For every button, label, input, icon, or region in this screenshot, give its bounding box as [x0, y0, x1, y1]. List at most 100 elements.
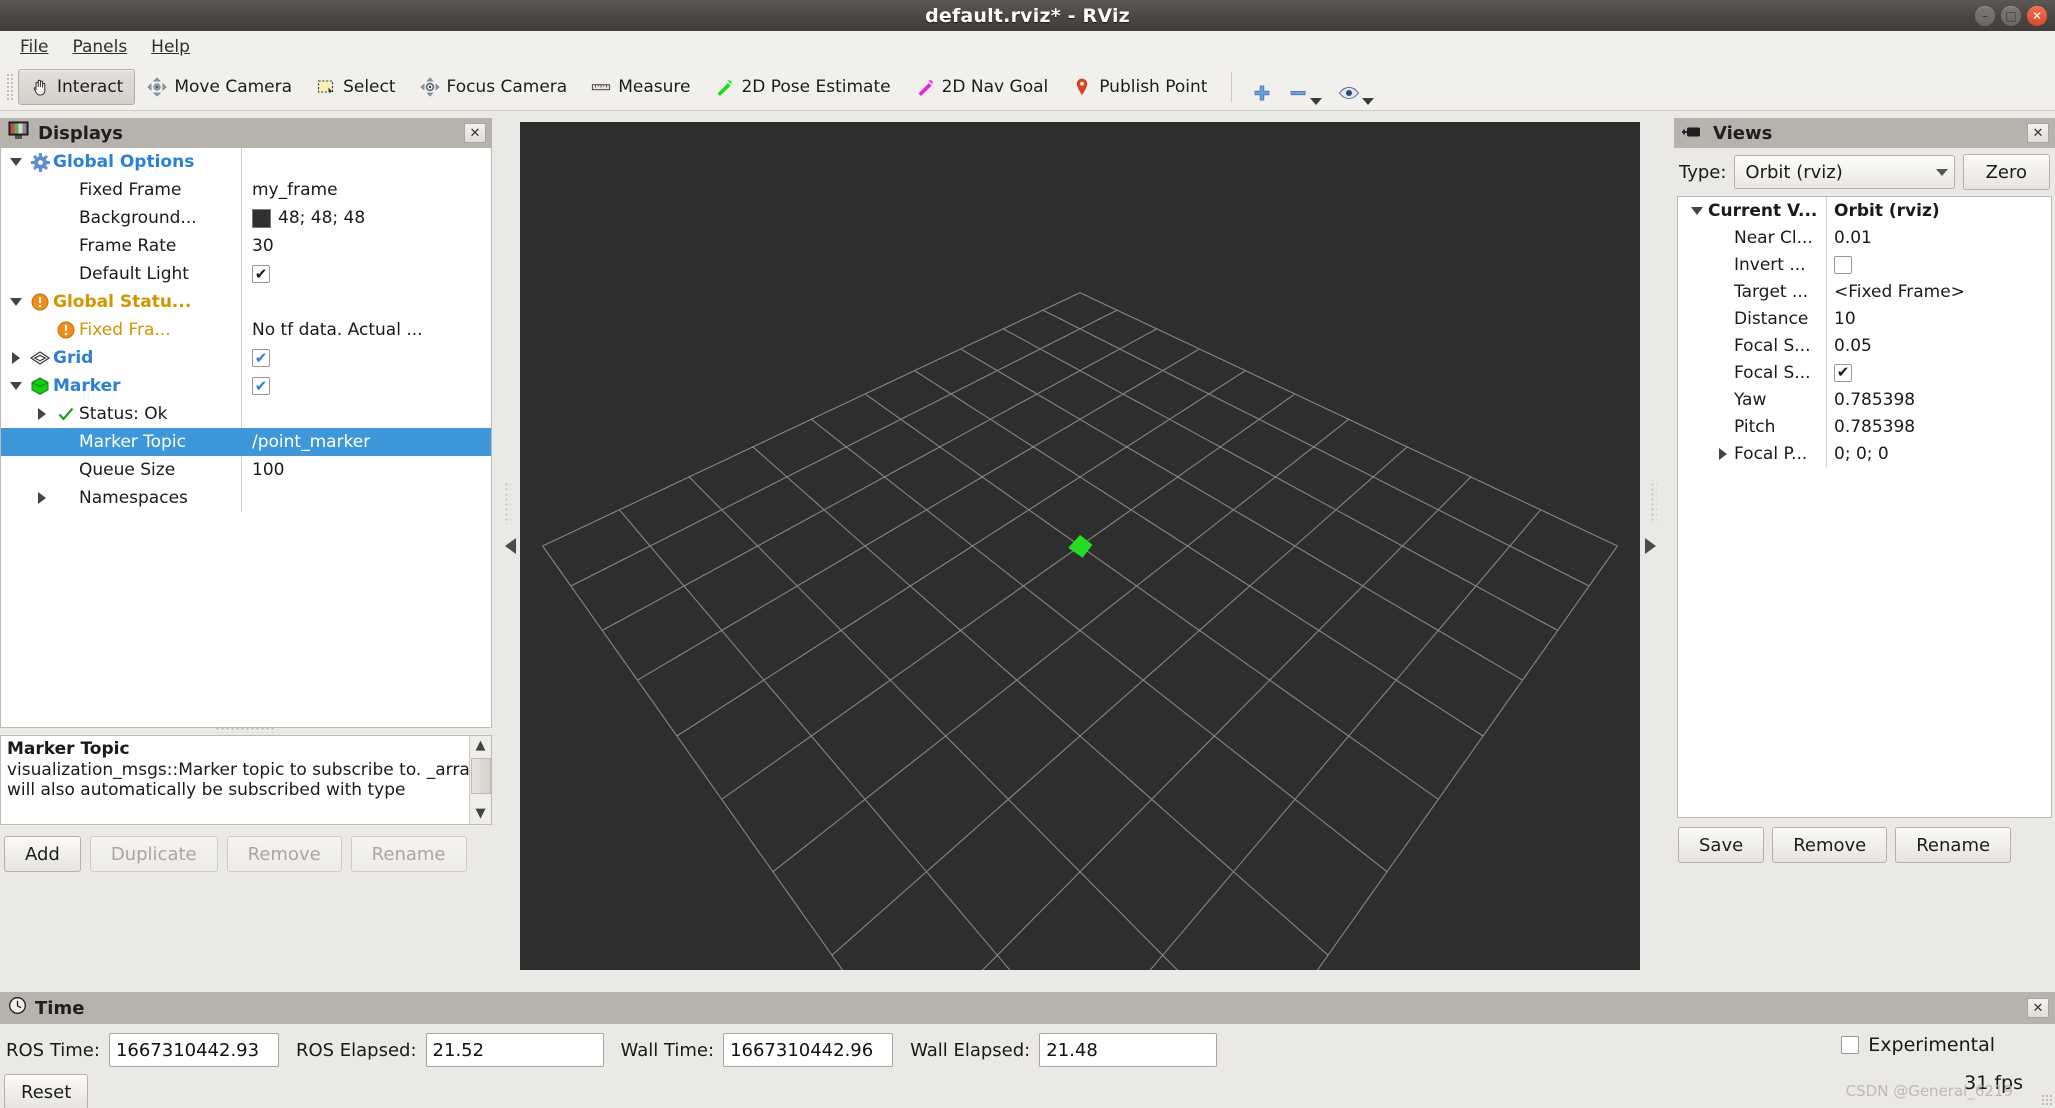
view-row-value-cell[interactable]: 0; 0; 0	[1826, 440, 2051, 467]
expander-expand-icon[interactable]	[1712, 447, 1734, 460]
view-tree-row[interactable]: Pitch 0.785398	[1678, 413, 2051, 440]
display-row-value-cell[interactable]: /point_marker	[241, 428, 491, 456]
3d-render-viewport[interactable]	[520, 122, 1640, 970]
display-tree-row[interactable]: Status: Ok	[1, 400, 491, 428]
view-row-checkbox[interactable]	[1834, 255, 1852, 274]
experimental-toggle[interactable]: Experimental	[1841, 1034, 1995, 1056]
display-tree-row[interactable]: Background... 48; 48; 48	[1, 204, 491, 232]
tool-focus-camera[interactable]: Focus Camera	[408, 69, 580, 105]
view-tree-row[interactable]: Yaw 0.785398	[1678, 386, 2051, 413]
view-row-value-cell[interactable]: 0.785398	[1826, 386, 2051, 413]
displays-splitter-handle[interactable]	[215, 726, 275, 733]
minimize-button[interactable]: –	[1975, 5, 1995, 26]
display-tree-row[interactable]: Global Options	[1, 148, 491, 176]
display-row-value-cell[interactable]: 48; 48; 48	[241, 204, 491, 232]
wall-elapsed-input[interactable]: 21.48	[1039, 1033, 1218, 1067]
rename-view-button[interactable]: Rename	[1895, 827, 2012, 863]
toolbar-grip[interactable]	[6, 72, 15, 101]
display-row-value-cell[interactable]	[241, 148, 491, 176]
view-tree-row[interactable]: Focal S... 0.05	[1678, 332, 2051, 359]
display-row-value-cell[interactable]	[241, 400, 491, 428]
expander-collapse-icon[interactable]	[1686, 206, 1708, 215]
rename-button[interactable]: Rename	[350, 836, 467, 872]
chevron-down-icon[interactable]	[1362, 97, 1375, 105]
views-type-select[interactable]: Orbit (rviz)	[1734, 155, 1955, 189]
menu-help[interactable]: Help	[141, 34, 200, 60]
display-row-value-cell[interactable]: ✔	[241, 260, 491, 288]
view-tree-row[interactable]: Current V... Orbit (rviz)	[1678, 197, 2051, 224]
maximize-button[interactable]: □	[2001, 5, 2021, 26]
expander-collapse-icon[interactable]	[5, 298, 27, 306]
tool-2d-pose-estimate[interactable]: 2D Pose Estimate	[702, 69, 902, 105]
view-row-value-cell[interactable]: ✔	[1826, 359, 2051, 386]
display-row-checkbox[interactable]: ✔	[252, 349, 270, 367]
display-row-value-cell[interactable]: No tf data. Actual ...	[241, 316, 491, 344]
display-row-value-cell[interactable]: 30	[241, 232, 491, 260]
views-panel-close-icon[interactable]: ✕	[2027, 123, 2049, 143]
tool-2d-nav-goal[interactable]: 2D Nav Goal	[903, 69, 1061, 105]
collapse-left-arrow-icon[interactable]	[504, 538, 516, 554]
duplicate-button[interactable]: Duplicate	[89, 836, 218, 872]
display-row-value-cell[interactable]: ✔	[241, 372, 491, 400]
wall-time-input[interactable]: 1667310442.96	[723, 1033, 894, 1067]
display-row-value-cell[interactable]	[241, 484, 491, 512]
view-row-value-cell[interactable]: 0.05	[1826, 332, 2051, 359]
scroll-down-icon[interactable]: ▼	[476, 804, 486, 824]
scroll-up-icon[interactable]: ▲	[476, 736, 486, 756]
zero-button[interactable]: Zero	[1962, 154, 2050, 190]
add-button[interactable]: Add	[4, 836, 81, 872]
display-row-value-cell[interactable]	[241, 288, 491, 316]
tool-measure[interactable]: Measure	[579, 69, 702, 105]
display-row-checkbox[interactable]: ✔	[252, 265, 270, 283]
remove-button[interactable]: Remove	[226, 836, 342, 872]
menu-panels[interactable]: Panels	[62, 34, 137, 60]
expander-collapse-icon[interactable]	[5, 382, 27, 390]
display-tree-row[interactable]: Fixed Frame my_frame	[1, 176, 491, 204]
expander-expand-icon[interactable]	[31, 492, 53, 504]
displays-panel-close-icon[interactable]: ✕	[464, 123, 486, 143]
expander-expand-icon[interactable]	[5, 352, 27, 364]
view-row-checkbox[interactable]: ✔	[1834, 363, 1852, 382]
collapse-right-arrow-icon[interactable]	[1644, 538, 1656, 554]
expander-collapse-icon[interactable]	[5, 158, 27, 166]
tool-visibility[interactable]	[1330, 67, 1382, 107]
display-tree-row[interactable]: Grid ✔	[1, 344, 491, 372]
resize-grip[interactable]	[2041, 1094, 2052, 1105]
remove-view-button[interactable]: Remove	[1772, 827, 1888, 863]
tool-interact[interactable]: Interact	[18, 68, 136, 105]
view-tree-row[interactable]: Near Cl... 0.01	[1678, 224, 2051, 251]
close-button[interactable]: ✕	[2027, 5, 2047, 26]
view-row-value-cell[interactable]	[1826, 251, 2051, 278]
view-tree-row[interactable]: Distance 10	[1678, 305, 2051, 332]
view-tree-row[interactable]: Focal S... ✔	[1678, 359, 2051, 386]
save-view-button[interactable]: Save	[1678, 827, 1765, 863]
displays-tree[interactable]: Global Options Fixed Frame my_frame Backgro…	[0, 148, 492, 728]
tool-move-camera[interactable]: Move Camera	[135, 69, 304, 105]
description-scrollbar[interactable]: ▲ ▼	[469, 736, 491, 824]
display-row-value-cell[interactable]: my_frame	[241, 176, 491, 204]
display-tree-row[interactable]: Default Light ✔	[1, 260, 491, 288]
display-row-value-cell[interactable]: ✔	[241, 344, 491, 372]
display-tree-row[interactable]: Global Statu...	[1, 288, 491, 316]
background-color-swatch[interactable]	[252, 208, 271, 228]
tool-publish-point[interactable]: Publish Point	[1060, 69, 1219, 105]
display-tree-row[interactable]: Marker Topic/point_marker	[1, 428, 491, 456]
view-row-value-cell[interactable]: Orbit (rviz)	[1826, 197, 2051, 224]
ros-time-input[interactable]: 1667310442.93	[108, 1033, 279, 1067]
left-splitter-collapse[interactable]	[500, 122, 520, 970]
chevron-down-icon[interactable]	[1310, 97, 1323, 105]
ros-elapsed-input[interactable]: 21.52	[425, 1033, 604, 1067]
tool-select[interactable]: Select	[304, 69, 407, 105]
reset-button[interactable]: Reset	[4, 1074, 89, 1108]
view-tree-row[interactable]: Focal P... 0; 0; 0	[1678, 440, 2051, 467]
menu-file[interactable]: File	[10, 34, 58, 60]
view-row-value-cell[interactable]: 10	[1826, 305, 2051, 332]
view-row-value-cell[interactable]: 0.785398	[1826, 413, 2051, 440]
display-tree-row[interactable]: Frame Rate 30	[1, 232, 491, 260]
display-tree-row[interactable]: Fixed Fra... No tf data. Actual ...	[1, 316, 491, 344]
display-row-value-cell[interactable]: 100	[241, 456, 491, 484]
tool-add-panel[interactable]	[1244, 67, 1280, 107]
view-tree-row[interactable]: Target ... <Fixed Frame>	[1678, 278, 2051, 305]
display-tree-row[interactable]: Marker ✔	[1, 372, 491, 400]
experimental-checkbox[interactable]	[1841, 1036, 1860, 1054]
